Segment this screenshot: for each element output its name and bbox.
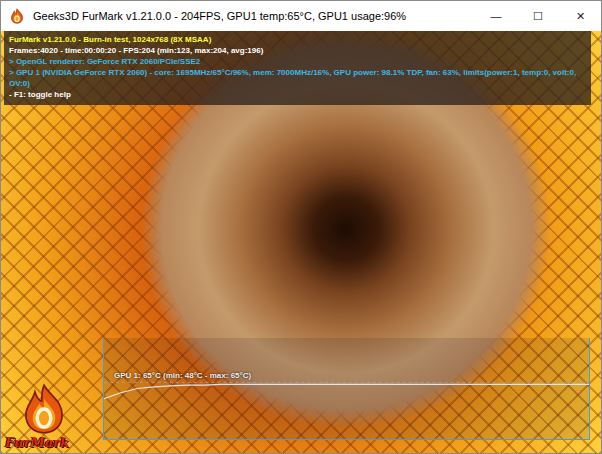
window-title: Geeks3D FurMark v1.21.0.0 - 204FPS, GPU1… (33, 8, 475, 25)
graph-label: GPU 1: 65°C (min: 48°C - max: 65°C) (114, 371, 251, 381)
info-line: > GPU 1 (NVIDIA GeForce RTX 2060) - core… (9, 67, 586, 89)
max-line (104, 382, 589, 383)
maximize-button[interactable]: ☐ (517, 1, 559, 31)
info-line: - F1: toggle help (9, 89, 586, 100)
info-overlay: FurMark v1.21.0.0 - Burn-in test, 1024x7… (4, 31, 591, 105)
furmark-flame-icon (9, 8, 25, 24)
info-line: > OpenGL renderer: GeForce RTX 2060/PCIe… (9, 56, 586, 67)
info-line: Frames:4020 - time:00:00:20 - FPS:204 (m… (9, 45, 586, 56)
close-button[interactable]: ✕ (559, 1, 601, 31)
furmark-logo: FurMark (5, 383, 83, 450)
furmark-logo-icon (21, 383, 67, 435)
furmark-window: Geeks3D FurMark v1.21.0.0 - 204FPS, GPU1… (0, 0, 602, 454)
info-line: FurMark v1.21.0.0 - Burn-in test, 1024x7… (9, 34, 586, 45)
temperature-line (104, 384, 589, 398)
title-bar[interactable]: Geeks3D FurMark v1.21.0.0 - 204FPS, GPU1… (1, 1, 601, 31)
render-view: FurMark v1.21.0.0 - Burn-in test, 1024x7… (1, 31, 601, 453)
minimize-button[interactable]: — (475, 1, 517, 31)
logo-text: FurMark (5, 435, 69, 450)
temperature-graph: GPU 1: 65°C (min: 48°C - max: 65°C) (103, 338, 590, 440)
